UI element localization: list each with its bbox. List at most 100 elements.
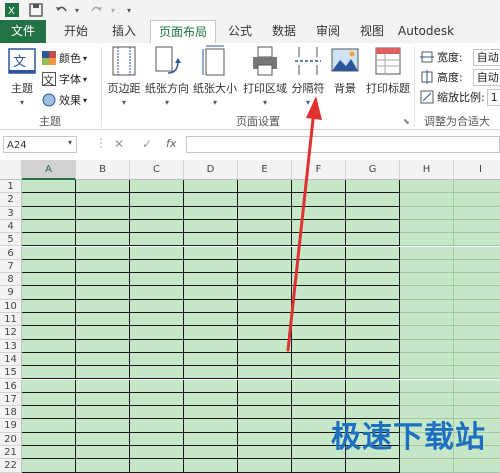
grid-cell[interactable] [292, 326, 346, 340]
grid-cell[interactable] [454, 180, 500, 194]
grid-cell[interactable] [346, 352, 400, 367]
grid-cell[interactable] [184, 180, 238, 194]
size-button[interactable]: 纸张大小 ▾ [192, 45, 238, 107]
grid-cell[interactable] [184, 326, 238, 340]
grid-cell[interactable] [346, 259, 400, 274]
row-header[interactable]: 3 [0, 206, 22, 220]
margins-button[interactable]: 页边距 ▾ [104, 45, 144, 107]
grid-cell[interactable] [76, 446, 130, 460]
height-select[interactable]: 自动 [472, 68, 500, 86]
grid-cell[interactable] [130, 366, 184, 380]
grid-cell[interactable] [400, 379, 454, 393]
grid-cell[interactable] [130, 193, 184, 207]
column-header-b[interactable]: B [76, 160, 130, 180]
grid-cell[interactable] [76, 219, 130, 234]
print-titles-button[interactable]: 打印标题 [362, 45, 414, 96]
grid-cell[interactable] [400, 180, 454, 194]
grid-cell[interactable] [238, 419, 292, 433]
grid-cell[interactable] [400, 273, 454, 287]
redo-icon[interactable] [88, 2, 106, 18]
page-setup-dialog-launcher-icon[interactable]: ⬊ [403, 117, 410, 126]
grid-cell[interactable] [238, 233, 292, 247]
grid-cell[interactable] [76, 379, 130, 393]
grid-cell[interactable] [346, 326, 400, 340]
grid-cell[interactable] [238, 180, 292, 194]
grid-cell[interactable] [400, 313, 454, 327]
grid-cell[interactable] [184, 406, 238, 420]
grid-cell[interactable] [238, 299, 292, 313]
tab-insert[interactable]: 插入 [104, 20, 144, 43]
grid-cell[interactable] [292, 299, 346, 313]
orientation-button[interactable]: 纸张方向 ▾ [144, 45, 190, 107]
grid-cell[interactable] [184, 299, 238, 313]
grid-cell[interactable] [76, 273, 130, 287]
background-button[interactable]: 背景 [328, 45, 362, 96]
grid-cell[interactable] [292, 339, 346, 353]
grid-cell[interactable] [76, 180, 130, 194]
tab-file[interactable]: 文件 [0, 20, 46, 43]
grid-cell[interactable] [22, 392, 76, 407]
grid-cell[interactable] [400, 392, 454, 407]
grid-cell[interactable] [238, 219, 292, 234]
colors-button[interactable]: 颜色 ▾ [42, 48, 87, 68]
insert-function-icon[interactable]: fx [166, 137, 176, 150]
grid-cell[interactable] [238, 273, 292, 287]
grid-cell[interactable] [238, 406, 292, 420]
row-header[interactable]: 17 [0, 392, 22, 407]
grid-cell[interactable] [292, 286, 346, 300]
row-header[interactable]: 8 [0, 273, 22, 287]
grid-cell[interactable] [238, 313, 292, 327]
grid-cell[interactable] [454, 273, 500, 287]
grid-cell[interactable] [184, 286, 238, 300]
tab-autodesk-vault[interactable]: Autodesk Vault(K [398, 20, 500, 61]
grid-cell[interactable] [76, 339, 130, 353]
grid-cell[interactable] [238, 339, 292, 353]
grid-cell[interactable] [400, 299, 454, 313]
row-header[interactable]: 2 [0, 193, 22, 207]
grid-cell[interactable] [22, 180, 76, 194]
select-all-corner[interactable] [0, 160, 22, 180]
grid-cell[interactable] [238, 366, 292, 380]
grid-cell[interactable] [292, 273, 346, 287]
grid-cell[interactable] [238, 259, 292, 274]
row-header[interactable]: 21 [0, 446, 22, 460]
grid-cell[interactable] [130, 273, 184, 287]
row-header[interactable]: 15 [0, 366, 22, 380]
row-header[interactable]: 5 [0, 233, 22, 247]
tab-formulas[interactable]: 公式 [220, 20, 260, 43]
tab-review[interactable]: 审阅 [308, 20, 348, 43]
grid-cell[interactable] [130, 419, 184, 433]
grid-cell[interactable] [130, 219, 184, 234]
grid-cell[interactable] [346, 392, 400, 407]
grid-cell[interactable] [346, 180, 400, 194]
grid-cell[interactable] [454, 326, 500, 340]
grid-cell[interactable] [184, 219, 238, 234]
grid-cell[interactable] [346, 299, 400, 313]
grid-cell[interactable] [22, 219, 76, 234]
grid-cell[interactable] [454, 299, 500, 313]
grid-cell[interactable] [130, 392, 184, 407]
grid-cell[interactable] [238, 193, 292, 207]
grid-cell[interactable] [184, 206, 238, 220]
grid-cell[interactable] [22, 233, 76, 247]
column-header-c[interactable]: C [130, 160, 184, 180]
grid-cell[interactable] [292, 379, 346, 393]
grid-cell[interactable] [184, 193, 238, 207]
grid-cell[interactable] [22, 193, 76, 207]
grid-cell[interactable] [346, 286, 400, 300]
grid-cell[interactable] [22, 446, 76, 460]
grid-cell[interactable] [400, 352, 454, 367]
grid-cell[interactable] [400, 206, 454, 220]
grid-cell[interactable] [184, 366, 238, 380]
save-icon[interactable] [27, 2, 45, 18]
grid-cell[interactable] [130, 246, 184, 260]
row-header[interactable]: 12 [0, 326, 22, 340]
grid-cell[interactable] [76, 246, 130, 260]
row-header[interactable]: 13 [0, 339, 22, 353]
grid-cell[interactable] [130, 180, 184, 194]
grid-cell[interactable] [292, 259, 346, 274]
row-header[interactable]: 14 [0, 352, 22, 367]
grid-cell[interactable] [346, 219, 400, 234]
fonts-button[interactable]: 文 字体 ▾ [42, 69, 87, 89]
undo-dropdown-icon[interactable]: ▾ [72, 2, 82, 18]
